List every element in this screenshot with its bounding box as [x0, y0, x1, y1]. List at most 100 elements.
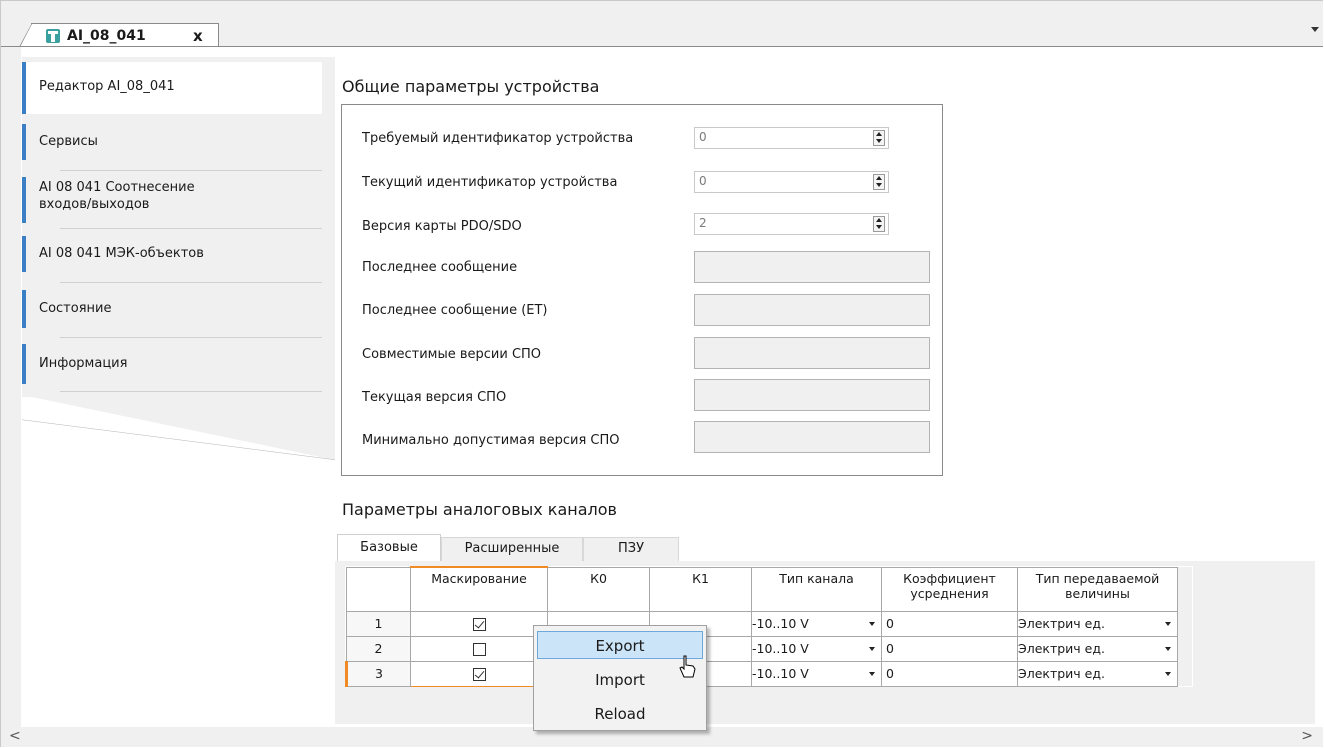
spin-updown-icon[interactable] — [873, 174, 885, 190]
param-label: Совместимые версии СПО — [362, 347, 542, 362]
menu-item-label: Export — [595, 637, 645, 655]
column-header[interactable]: К0 — [547, 566, 650, 612]
tab-extended[interactable]: Расширенные — [441, 537, 583, 561]
table-row[interactable]: 2 -10..10 V 0 Электрич ед. — [346, 635, 1192, 662]
column-header[interactable]: Тип передаваемой величины — [1017, 566, 1178, 612]
column-header[interactable]: К1 — [649, 566, 752, 612]
mouse-cursor-icon — [679, 655, 696, 678]
checkbox-icon[interactable] — [472, 618, 486, 631]
spacer — [1177, 611, 1192, 636]
side-nav-bevel — [22, 395, 342, 465]
table-header-row: Маскирование К0 К1 Тип канала Коэффициен… — [346, 566, 1192, 612]
document-tab-bar: AI_08_041 x — [1, 1, 1323, 49]
select-value: Электрич ед. — [1018, 641, 1105, 656]
param-label: Последнее сообщение — [362, 260, 518, 275]
separator — [60, 228, 322, 229]
dropdown-arrow-icon[interactable] — [1165, 621, 1171, 626]
column-header[interactable]: Тип канала — [751, 566, 882, 612]
general-params-title: Общие параметры устройства — [342, 77, 600, 96]
param-label: Текущий идентификатор устройства — [362, 175, 618, 190]
spin-updown-icon[interactable] — [873, 130, 885, 146]
select-value: -10..10 V — [752, 666, 809, 681]
value-type-select[interactable]: Электрич ед. — [1017, 635, 1178, 662]
select-value: -10..10 V — [752, 641, 809, 656]
dropdown-arrow-icon[interactable] — [1311, 27, 1319, 32]
side-nav-item-info[interactable]: Информация — [22, 344, 322, 384]
row-number: 3 — [345, 660, 411, 687]
current-version-field[interactable] — [694, 379, 930, 411]
channel-type-select[interactable]: -10..10 V — [751, 660, 882, 687]
channel-type-select[interactable]: -10..10 V — [751, 635, 882, 662]
current-id-spinbox[interactable]: 0 — [694, 171, 889, 193]
tab-label: Расширенные — [464, 541, 560, 556]
spacer — [1177, 661, 1192, 686]
tab-label: Базовые — [360, 540, 418, 555]
value-type-select[interactable]: Электрич ед. — [1017, 610, 1178, 637]
mask-cell[interactable] — [410, 660, 548, 687]
channel-type-select[interactable]: -10..10 V — [751, 610, 882, 637]
mask-cell[interactable] — [410, 610, 548, 637]
spacer — [1177, 567, 1192, 611]
averaging-cell[interactable]: 0 — [881, 635, 1018, 662]
column-header — [346, 566, 411, 612]
dropdown-arrow-icon[interactable] — [1165, 646, 1171, 651]
side-nav-item-editor[interactable]: Редактор AI_08_041 — [22, 62, 322, 114]
side-nav-item-label: Редактор AI_08_041 — [39, 79, 175, 94]
separator — [60, 282, 322, 283]
spacer — [1177, 636, 1192, 661]
scroll-right-icon[interactable]: > — [1301, 728, 1313, 744]
dropdown-arrow-icon[interactable] — [869, 671, 875, 676]
table-row[interactable]: 1 -10..10 V 0 Электрич ед. — [346, 610, 1192, 637]
spin-updown-icon[interactable] — [873, 216, 885, 232]
tab-basic[interactable]: Базовые — [337, 534, 441, 561]
side-nav-item-label: Информация — [39, 356, 128, 371]
row-number: 2 — [346, 635, 411, 662]
document-tab-title: AI_08_041 — [67, 28, 146, 44]
param-label: Требуемый идентификатор устройства — [362, 131, 634, 146]
param-label: Минимально допустимая версия СПО — [362, 433, 620, 448]
last-message-et-field[interactable] — [694, 294, 930, 326]
required-id-spinbox[interactable]: 0 — [694, 127, 889, 149]
dropdown-arrow-icon[interactable] — [1165, 671, 1171, 676]
compatible-versions-field[interactable] — [694, 337, 930, 369]
min-version-field[interactable] — [694, 421, 930, 453]
checkbox-icon[interactable] — [472, 643, 486, 656]
separator — [60, 337, 322, 338]
dropdown-arrow-icon[interactable] — [869, 646, 875, 651]
select-value: -10..10 V — [752, 616, 809, 631]
scroll-left-icon[interactable]: < — [9, 728, 21, 744]
checkbox-icon[interactable] — [472, 668, 486, 681]
menu-item-label: Import — [595, 671, 645, 689]
tab-rom[interactable]: ПЗУ — [583, 537, 679, 561]
dropdown-arrow-icon[interactable] — [869, 621, 875, 626]
close-icon[interactable]: x — [193, 27, 203, 45]
value-type-select[interactable]: Электрич ед. — [1017, 660, 1178, 687]
tab-label: ПЗУ — [617, 541, 645, 556]
left-margin — [1, 47, 21, 727]
averaging-cell[interactable]: 0 — [881, 610, 1018, 637]
column-header[interactable]: Маскирование — [410, 566, 548, 612]
side-nav-item-io-mapping[interactable]: AI 08 041 Соотнесение входов/выходов — [22, 177, 322, 223]
table-row[interactable]: 3 -10..10 V 0 Электрич ед. — [345, 660, 1192, 687]
averaging-cell[interactable]: 0 — [881, 660, 1018, 687]
row-number: 1 — [346, 610, 411, 637]
document-tab[interactable]: AI_08_041 x — [18, 23, 219, 49]
side-nav-item-status[interactable]: Состояние — [22, 290, 322, 328]
pdo-sdo-version-spinbox[interactable]: 2 — [694, 213, 889, 235]
spinbox-value: 0 — [699, 174, 707, 188]
column-header[interactable]: Коэффициент усреднения — [881, 566, 1018, 612]
select-value: Электрич ед. — [1018, 666, 1105, 681]
side-nav-item-iec-objects[interactable]: AI 08 041 МЭК-объектов — [22, 236, 322, 272]
menu-item-reload[interactable]: Reload — [537, 700, 703, 728]
channel-table: Маскирование К0 К1 Тип канала Коэффициен… — [345, 566, 1193, 687]
spinbox-value: 2 — [699, 216, 707, 230]
side-nav-item-label: AI 08 041 Соотнесение входов/выходов — [39, 180, 195, 212]
spinbox-value: 0 — [699, 130, 707, 144]
param-label: Текущая версия СПО — [362, 390, 507, 405]
last-message-field[interactable] — [694, 251, 930, 283]
separator — [60, 170, 322, 171]
mask-cell[interactable] — [410, 635, 548, 662]
side-nav-item-label: Сервисы — [39, 134, 98, 149]
select-value: Электрич ед. — [1018, 616, 1105, 631]
side-nav-item-services[interactable]: Сервисы — [22, 124, 322, 160]
